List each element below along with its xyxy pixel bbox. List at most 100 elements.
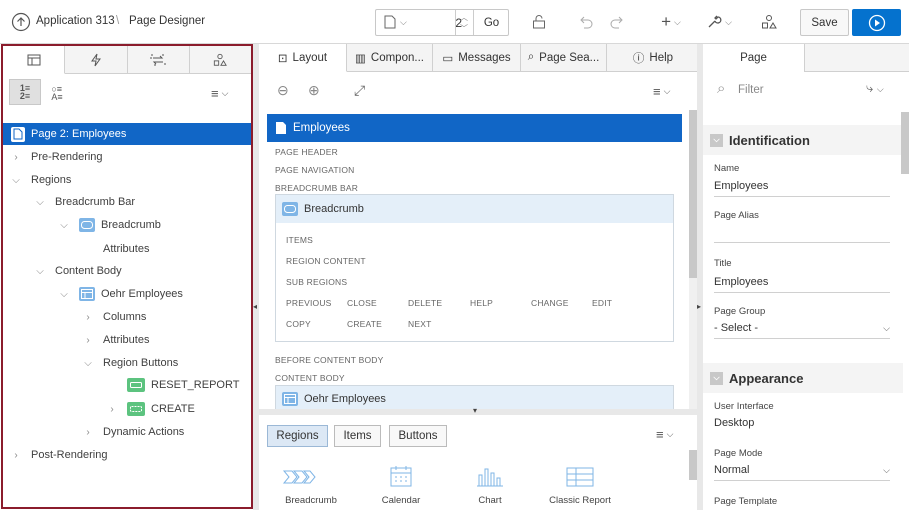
tab-components[interactable]: ▥ Compon... — [347, 44, 433, 71]
page-selector: ⌵ 2 ︿ ﹀ Go — [375, 9, 509, 36]
canvas-scrollbar[interactable] — [689, 110, 697, 410]
tab-help[interactable]: ⓘ Help — [607, 44, 699, 71]
tree-node-attributes[interactable]: Attributes — [3, 238, 251, 260]
tree-node-breadcrumb-bar[interactable]: ⌵ Breadcrumb Bar — [3, 191, 251, 213]
collapse-icon: ⌵ — [710, 133, 723, 147]
gallery-item-breadcrumb[interactable]: Breadcrumb — [271, 495, 351, 506]
breadcrumb-region[interactable]: Breadcrumb ITEMS REGION CONTENT SUB REGI… — [275, 194, 674, 342]
rendering-tree-panel: 1≡ 2≡ ○≡ A≡ ≡ ⌵ Page 2: Employees › Pre-Ren… — [1, 44, 253, 509]
tab-page-search[interactable]: ⌕ Page Sea... — [521, 44, 607, 71]
hamburger-icon: ≡ — [656, 427, 664, 442]
app-up-icon[interactable] — [9, 9, 33, 35]
lock-page-icon[interactable] — [528, 9, 550, 35]
gallery-item-calendar[interactable]: Calendar — [361, 495, 441, 506]
chevron-down-icon: ⌵ — [400, 16, 407, 27]
collapse-right-icon: ▸ — [697, 302, 702, 311]
chart-icon[interactable] — [476, 465, 504, 487]
page-group-select[interactable]: - Select - ⌵ — [714, 319, 890, 339]
app-name-link[interactable]: Application 313 — [36, 15, 115, 27]
tab-messages[interactable]: ▭ Messages — [433, 44, 521, 71]
chevron-down-icon: ⌵ — [60, 288, 68, 300]
tab-layout[interactable]: ⊡ Layout — [259, 44, 347, 72]
title-field[interactable]: Employees — [714, 273, 890, 293]
zoom-out-icon[interactable]: ⊖ — [277, 82, 289, 99]
page-number-stepper[interactable]: ︿ ﹀ — [455, 10, 472, 35]
tab-shared-components[interactable] — [190, 46, 251, 73]
go-to-group-button[interactable]: ⤷ ⌵ — [866, 80, 884, 96]
gallery-scrollbar-thumb[interactable] — [689, 450, 697, 480]
gallery-menu-button[interactable]: ≡ ⌵ — [656, 427, 673, 442]
tree-node-breadcrumb[interactable]: ⌵ Breadcrumb — [3, 214, 251, 236]
breadcrumb-region-icon — [79, 218, 95, 232]
gallery-item-chart[interactable]: Chart — [450, 495, 530, 506]
tree-node-dynamic-actions[interactable]: › Dynamic Actions — [3, 421, 251, 443]
message-icon: ▭ — [442, 52, 454, 65]
layout-panel: ⊡ Layout ▥ Compon... ▭ Messages ⌕ Page Sea..… — [259, 44, 699, 510]
tab-dynamic-actions[interactable] — [65, 46, 128, 73]
tree-node-columns[interactable]: › Columns — [3, 306, 251, 328]
sort-alpha-button[interactable]: ○≡ A≡ — [47, 83, 67, 103]
sort-alpha-icon: ○≡ A≡ — [51, 84, 63, 102]
search-icon: ⌕ — [527, 51, 535, 63]
gallery-tab-buttons[interactable]: Buttons — [389, 425, 447, 447]
canvas-scrollbar-thumb[interactable] — [689, 110, 697, 278]
tree-node-post-rendering[interactable]: › Post-Rendering — [3, 444, 251, 466]
tree-node-regions[interactable]: ⌵ Regions — [3, 169, 251, 191]
tree-menu-button[interactable]: ≡ ⌵ — [211, 86, 228, 101]
tab-rendering[interactable] — [3, 46, 66, 74]
classic-report-icon[interactable] — [566, 467, 594, 487]
page-region-header[interactable]: Employees — [267, 114, 682, 142]
property-editor: Page ⌕ Filter ⤷ ⌵ ⌵ Identification Name … — [703, 44, 909, 510]
shared-components-icon[interactable] — [758, 9, 780, 35]
tree-node-region-buttons[interactable]: ⌵ Region Buttons — [3, 352, 251, 374]
filter-input[interactable]: Filter — [738, 84, 764, 96]
gallery-item-classic-report[interactable]: Classic Report — [540, 495, 620, 506]
before-content-body-position: BEFORE CONTENT BODY — [275, 355, 384, 365]
utilities-menu-button[interactable]: ⌵ — [703, 9, 735, 35]
sort-order-button[interactable]: 1≡ 2≡ — [9, 79, 41, 105]
chevron-down-icon: ⌵ — [221, 88, 229, 98]
gallery-tab-regions[interactable]: Regions — [267, 425, 328, 447]
breadcrumb-gallery-icon[interactable] — [282, 469, 316, 485]
page-icon — [275, 121, 287, 135]
report-region-icon — [282, 392, 298, 406]
tree-node-attributes-2[interactable]: › Attributes — [3, 329, 251, 351]
sort-numeric-icon: 1≡ 2≡ — [19, 83, 31, 101]
wrench-icon — [708, 15, 722, 28]
tree-label: Columns — [103, 311, 147, 323]
tree-node-create[interactable]: › CREATE — [3, 398, 251, 420]
chevron-down-icon: ⌵ — [883, 323, 890, 333]
middle-tabs: ⊡ Layout ▥ Compon... ▭ Messages ⌕ Page Sea..… — [259, 44, 699, 72]
page-mode-select[interactable]: Normal ⌵ — [714, 461, 890, 481]
copy-position: COPY — [286, 319, 311, 329]
section-identification[interactable]: ⌵ Identification — [703, 125, 903, 155]
zoom-in-icon[interactable]: ⊕ — [308, 82, 320, 99]
tree-node-reset-report[interactable]: RESET_REPORT — [3, 374, 251, 396]
calendar-icon[interactable] — [390, 465, 412, 487]
page-alias-field[interactable] — [714, 223, 890, 243]
run-page-button[interactable] — [852, 9, 901, 36]
page-picker-button[interactable]: ⌵ — [384, 15, 407, 29]
name-label: Name — [714, 163, 740, 174]
redo-icon[interactable] — [606, 9, 628, 35]
tab-page[interactable]: Page — [703, 44, 805, 72]
tree-node-oehr-employees[interactable]: ⌵ Oehr Employees — [3, 283, 251, 305]
tree-node-pre-rendering[interactable]: › Pre-Rendering — [3, 146, 251, 168]
page-alias-label: Page Alias — [714, 210, 759, 221]
breadcrumb-separator: \ — [116, 15, 120, 27]
button-icon — [127, 378, 145, 392]
property-scrollbar-thumb[interactable] — [901, 112, 909, 174]
go-button[interactable]: Go — [473, 10, 509, 35]
undo-icon[interactable] — [575, 9, 597, 35]
layout-menu-button[interactable]: ≡ ⌵ — [653, 84, 670, 99]
tree-node-content-body[interactable]: ⌵ Content Body — [3, 260, 251, 282]
create-menu-button[interactable]: + ⌵ — [655, 9, 687, 35]
name-field[interactable]: Employees — [714, 177, 890, 197]
gallery-tab-items[interactable]: Items — [334, 425, 381, 447]
tab-processing[interactable] — [128, 46, 190, 73]
tree-label: Attributes — [103, 243, 150, 255]
save-button[interactable]: Save — [800, 9, 849, 36]
expand-icon[interactable]: ⤢ — [354, 82, 365, 99]
section-appearance[interactable]: ⌵ Appearance — [703, 363, 903, 393]
tree-node-page[interactable]: Page 2: Employees — [3, 123, 251, 145]
